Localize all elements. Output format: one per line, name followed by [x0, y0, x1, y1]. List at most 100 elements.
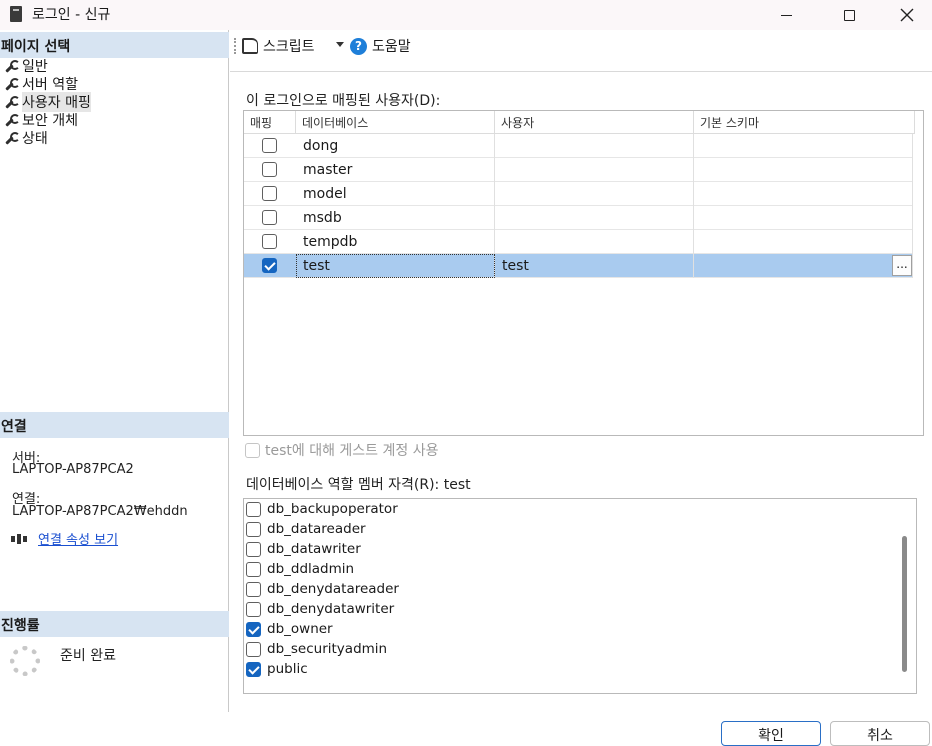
browse-schema-button[interactable]: ... [892, 255, 912, 276]
toolbar-grip [234, 38, 236, 54]
user-cell[interactable] [495, 230, 694, 254]
guest-account-checkbox[interactable] [245, 442, 260, 458]
role-checkbox[interactable] [246, 501, 261, 517]
role-label: db_owner [267, 621, 333, 637]
nav-item-label: 상태 [22, 131, 48, 147]
role-checkbox[interactable] [246, 561, 261, 577]
nav-item-label: 일반 [22, 59, 48, 75]
mapping-checkbox[interactable] [262, 162, 277, 177]
mapping-checkbox[interactable] [262, 258, 277, 273]
list-item[interactable]: db_owner [246, 619, 333, 639]
role-checkbox[interactable] [246, 621, 261, 637]
server-value: LAPTOP-AP87PCA2 [12, 462, 134, 477]
role-checkbox[interactable] [246, 641, 261, 657]
title-bar: 로그인 - 신규 [0, 0, 932, 30]
wrench-icon [4, 113, 20, 127]
role-label: db_denydatareader [267, 581, 399, 597]
table-row[interactable]: dong [244, 134, 913, 158]
table-row[interactable]: model [244, 182, 913, 206]
mapping-checkbox[interactable] [262, 186, 277, 201]
table-row[interactable]: msdb [244, 206, 913, 230]
close-button[interactable] [878, 0, 932, 30]
role-label: db_securityadmin [267, 641, 388, 657]
view-connection-properties-link[interactable]: 연결 속성 보기 [38, 529, 118, 548]
role-checkbox[interactable] [246, 581, 261, 597]
page-select-header: 페이지 선택 [0, 32, 229, 58]
table-row[interactable]: master [244, 158, 913, 182]
nav-item-general[interactable]: 일반 [4, 57, 48, 75]
column-header-default-schema[interactable]: 기본 스키마 [694, 111, 915, 134]
list-item[interactable]: db_securityadmin [246, 639, 387, 659]
database-cell: model [296, 182, 495, 206]
list-item[interactable]: db_ddladmin [246, 559, 354, 579]
user-cell[interactable] [495, 182, 694, 206]
mapped-users-label: 이 로그인으로 매핑된 사용자(D): [246, 93, 441, 109]
list-item[interactable]: db_denydatawriter [246, 599, 394, 619]
database-roles-label: 데이터베이스 역할 멤버 자격(R): test [246, 477, 471, 493]
schema-cell[interactable] [694, 182, 913, 206]
schema-cell[interactable] [694, 158, 913, 182]
user-cell[interactable] [495, 134, 694, 158]
connection-properties-icon [11, 534, 27, 544]
script-label: 스크립트 [263, 39, 315, 55]
list-item[interactable]: db_datareader [246, 519, 366, 539]
database-cell: dong [296, 134, 495, 158]
database-cell: msdb [296, 206, 495, 230]
table-row[interactable]: tempdb [244, 230, 913, 254]
schema-cell[interactable] [694, 230, 913, 254]
script-button[interactable]: 스크립트 [242, 36, 315, 56]
cancel-button[interactable]: 취소 [830, 721, 930, 746]
list-item[interactable]: db_backupoperator [246, 499, 398, 519]
database-cell: test [296, 254, 495, 278]
script-dropdown-chevron-icon[interactable] [336, 42, 344, 47]
nav-item-securables[interactable]: 보안 개체 [4, 111, 78, 129]
mapping-checkbox[interactable] [262, 234, 277, 249]
role-checkbox[interactable] [246, 661, 261, 677]
list-item[interactable]: db_denydatareader [246, 579, 399, 599]
progress-spinner-icon [10, 646, 40, 676]
list-item[interactable]: db_datawriter [246, 539, 361, 559]
schema-cell[interactable] [694, 206, 913, 230]
role-label: db_datawriter [267, 541, 361, 557]
minimize-button[interactable] [757, 0, 815, 30]
column-header-user[interactable]: 사용자 [495, 111, 694, 134]
role-label: db_datareader [267, 521, 366, 537]
role-checkbox[interactable] [246, 601, 261, 617]
schema-cell[interactable]: ... [694, 254, 913, 278]
table-row-selected[interactable]: test test ... [244, 254, 913, 278]
list-item[interactable]: public [246, 659, 308, 679]
roles-scrollbar[interactable] [902, 536, 907, 672]
user-cell[interactable]: test [495, 254, 694, 278]
role-checkbox[interactable] [246, 521, 261, 537]
database-cell: master [296, 158, 495, 182]
wrench-icon [4, 131, 20, 145]
nav-item-status[interactable]: 상태 [4, 129, 48, 147]
left-pane: 페이지 선택 일반 서버 역할 사용자 매핑 보안 개체 상태 연결 서버: L… [0, 30, 229, 712]
column-header-mapping[interactable]: 매핑 [244, 111, 296, 134]
nav-item-label: 사용자 매핑 [22, 92, 91, 112]
mapping-checkbox[interactable] [262, 138, 277, 153]
help-button[interactable]: ? 도움말 [350, 36, 411, 56]
mapping-checkbox[interactable] [262, 210, 277, 225]
window-title: 로그인 - 신규 [32, 7, 111, 23]
login-new-dialog: 로그인 - 신규 페이지 선택 일반 서버 역할 사용자 매핑 보안 개체 상태 [0, 0, 932, 746]
role-checkbox[interactable] [246, 541, 261, 557]
maximize-icon [843, 9, 855, 21]
schema-cell[interactable] [694, 134, 913, 158]
user-cell[interactable] [495, 206, 694, 230]
grid-header: 매핑 데이터베이스 사용자 기본 스키마 [244, 111, 915, 134]
maximize-button[interactable] [820, 0, 878, 30]
user-cell[interactable] [495, 158, 694, 182]
nav-item-server-roles[interactable]: 서버 역할 [4, 75, 78, 93]
toolbar: 스크립트 ? 도움말 [230, 30, 932, 72]
help-label: 도움말 [372, 39, 411, 55]
server-icon [10, 6, 22, 22]
script-icon [242, 38, 258, 54]
role-label: db_backupoperator [267, 501, 398, 517]
role-label: db_denydatawriter [267, 601, 395, 617]
nav-item-user-mapping[interactable]: 사용자 매핑 [4, 92, 91, 112]
wrench-icon [4, 59, 20, 73]
column-header-database[interactable]: 데이터베이스 [296, 111, 495, 134]
role-label: db_ddladmin [267, 561, 355, 577]
ok-button[interactable]: 확인 [721, 721, 821, 746]
